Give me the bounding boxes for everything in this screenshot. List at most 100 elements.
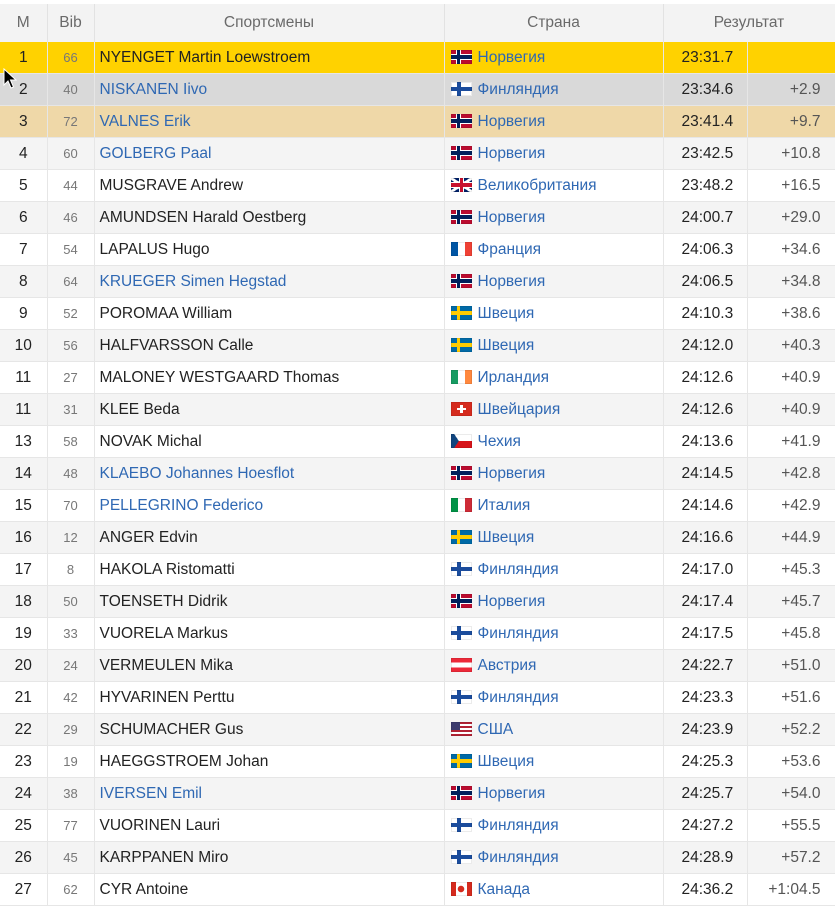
table-row[interactable]: 26 45 KARPPANEN Miro Финляндия 24:28.9 +57.2 [0, 841, 835, 874]
table-row[interactable]: 2 40 NISKANEN Iivo Финляндия 23:34.6 +2.9 [0, 73, 835, 106]
country-link[interactable]: Финляндия [478, 849, 559, 866]
column-header-rank[interactable]: М [0, 4, 48, 42]
country-link[interactable]: Чехия [478, 433, 521, 450]
country-link[interactable]: Италия [478, 497, 531, 514]
country-cell[interactable]: Норвегия [444, 457, 664, 490]
athlete-name[interactable]: IVERSEN Emil [94, 777, 445, 810]
column-header-result[interactable]: Результат [663, 4, 835, 42]
country-link[interactable]: Австрия [478, 657, 537, 674]
table-row[interactable]: 24 38 IVERSEN Emil Норвегия 24:25.7 +54.0 [0, 777, 835, 810]
country-cell[interactable]: Швейцария [444, 393, 664, 426]
country-link[interactable]: Норвегия [478, 273, 546, 290]
table-row[interactable]: 4 60 GOLBERG Paal Норвегия 23:42.5 +10.8 [0, 137, 835, 170]
country-link[interactable]: Финляндия [478, 689, 559, 706]
country-cell[interactable]: Финляндия [444, 553, 664, 586]
country-cell[interactable]: Норвегия [444, 42, 664, 74]
country-link[interactable]: Норвегия [478, 209, 546, 226]
country-link[interactable]: Великобритания [478, 177, 597, 194]
table-row[interactable]: 11 31 KLEE Beda Швейцария 24:12.6 +40.9 [0, 393, 835, 426]
column-header-bib[interactable]: Bib [47, 4, 95, 42]
bib-cell: 48 [47, 457, 95, 490]
time-behind-cell: +42.8 [747, 457, 835, 490]
country-cell[interactable]: Норвегия [444, 137, 664, 170]
country-cell[interactable]: Финляндия [444, 617, 664, 650]
country-link[interactable]: Канада [478, 881, 531, 898]
time-behind-cell: +9.7 [747, 105, 835, 138]
country-cell[interactable]: Швеция [444, 297, 664, 330]
country-cell[interactable]: Норвегия [444, 201, 664, 234]
column-header-athletes[interactable]: Спортсмены [94, 4, 445, 42]
athlete-name[interactable]: NISKANEN Iivo [94, 73, 445, 106]
country-link[interactable]: Финляндия [478, 81, 559, 98]
country-cell[interactable]: Норвегия [444, 265, 664, 298]
table-row[interactable]: 23 19 HAEGGSTROEM Johan Швеция 24:25.3 +53.6 [0, 745, 835, 778]
bib-cell: 56 [47, 329, 95, 362]
country-cell[interactable]: Франция [444, 233, 664, 266]
country-cell[interactable]: Ирландия [444, 361, 664, 394]
country-cell[interactable]: Финляндия [444, 809, 664, 842]
country-link[interactable]: Швеция [478, 753, 535, 770]
table-row[interactable]: 14 48 KLAEBO Johannes Hoesflot Норвегия 24:1… [0, 457, 835, 490]
table-row[interactable]: 3 72 VALNES Erik Норвегия 23:41.4 +9.7 [0, 105, 835, 138]
country-cell[interactable]: Норвегия [444, 777, 664, 810]
country-link[interactable]: Швеция [478, 337, 535, 354]
country-cell[interactable]: Швеция [444, 745, 664, 778]
athlete-name[interactable]: GOLBERG Paal [94, 137, 445, 170]
table-row[interactable]: 16 12 ANGER Edvin Швеция 24:16.6 +44.9 [0, 521, 835, 554]
country-link[interactable]: Норвегия [478, 465, 546, 482]
country-link[interactable]: Ирландия [478, 369, 550, 386]
table-row[interactable]: 19 33 VUORELA Markus Финляндия 24:17.5 +45.8 [0, 617, 835, 650]
table-row[interactable]: 21 42 HYVARINEN Perttu Финляндия 24:23.3 +51.… [0, 681, 835, 714]
country-cell[interactable]: Чехия [444, 425, 664, 458]
table-row[interactable]: 17 8 HAKOLA Ristomatti Финляндия 24:17.0 +45.… [0, 553, 835, 586]
country-cell[interactable]: Норвегия [444, 585, 664, 618]
athlete-name[interactable]: PELLEGRINO Federico [94, 489, 445, 522]
country-link[interactable]: Норвегия [478, 593, 546, 610]
athlete-name: NOVAK Michal [94, 425, 445, 458]
country-cell[interactable]: США [444, 713, 664, 746]
country-cell[interactable]: Финляндия [444, 73, 664, 106]
country-link[interactable]: Финляндия [478, 561, 559, 578]
country-link[interactable]: Швеция [478, 305, 535, 322]
norway-flag-icon [450, 113, 472, 128]
country-link[interactable]: США [478, 721, 514, 738]
table-row[interactable]: 8 64 KRUEGER Simen Hegstad Норвегия 24:06.5 +… [0, 265, 835, 298]
country-cell[interactable]: Австрия [444, 649, 664, 682]
country-link[interactable]: Норвегия [478, 785, 546, 802]
table-row[interactable]: 25 77 VUORINEN Lauri Финляндия 24:27.2 +55.5 [0, 809, 835, 842]
country-link[interactable]: Норвегия [478, 145, 546, 162]
country-link[interactable]: Франция [478, 241, 542, 258]
country-link[interactable]: Финляндия [478, 625, 559, 642]
country-cell[interactable]: Финляндия [444, 681, 664, 714]
athlete-name[interactable]: KLAEBO Johannes Hoesflot [94, 457, 445, 490]
norway-flag-icon [450, 465, 472, 480]
country-cell[interactable]: Канада [444, 873, 664, 906]
table-row[interactable]: 9 52 POROMAA William Швеция 24:10.3 +38.6 [0, 297, 835, 330]
country-cell[interactable]: Финляндия [444, 841, 664, 874]
country-link[interactable]: Норвегия [478, 113, 546, 130]
country-link[interactable]: Швейцария [478, 401, 561, 418]
country-cell[interactable]: Швеция [444, 329, 664, 362]
table-row[interactable]: 1 66 NYENGET Martin Loewstroem Норвегия 23:3… [0, 42, 835, 74]
column-header-country[interactable]: Страна [444, 4, 664, 42]
table-row[interactable]: 10 56 HALFVARSSON Calle Швеция 24:12.0 +40.3 [0, 329, 835, 362]
table-row[interactable]: 22 29 SCHUMACHER Gus США 24:23.9 +52.2 [0, 713, 835, 746]
country-cell[interactable]: Великобритания [444, 169, 664, 202]
table-row[interactable]: 13 58 NOVAK Michal Чехия 24:13.6 +41.9 [0, 425, 835, 458]
athlete-name[interactable]: VALNES Erik [94, 105, 445, 138]
country-link[interactable]: Швеция [478, 529, 535, 546]
table-row[interactable]: 7 54 LAPALUS Hugo Франция 24:06.3 +34.6 [0, 233, 835, 266]
table-row[interactable]: 20 24 VERMEULEN Mika Австрия 24:22.7 +51.0 [0, 649, 835, 682]
table-row[interactable]: 6 46 AMUNDSEN Harald Oestberg Норвегия 24:00… [0, 201, 835, 234]
country-link[interactable]: Норвегия [478, 49, 546, 66]
country-cell[interactable]: Швеция [444, 521, 664, 554]
table-row[interactable]: 18 50 TOENSETH Didrik Норвегия 24:17.4 +45.7 [0, 585, 835, 618]
table-row[interactable]: 27 62 CYR Antoine Канада 24:36.2 +1:04.5 [0, 873, 835, 906]
country-cell[interactable]: Норвегия [444, 105, 664, 138]
country-cell[interactable]: Италия [444, 489, 664, 522]
country-link[interactable]: Финляндия [478, 817, 559, 834]
table-row[interactable]: 5 44 MUSGRAVE Andrew Великобритания 23:48.2 +… [0, 169, 835, 202]
table-row[interactable]: 15 70 PELLEGRINO Federico Италия 24:14.6 +42.… [0, 489, 835, 522]
table-row[interactable]: 11 27 MALONEY WESTGAARD Thomas Ирландия 24:1… [0, 361, 835, 394]
athlete-name[interactable]: KRUEGER Simen Hegstad [94, 265, 445, 298]
